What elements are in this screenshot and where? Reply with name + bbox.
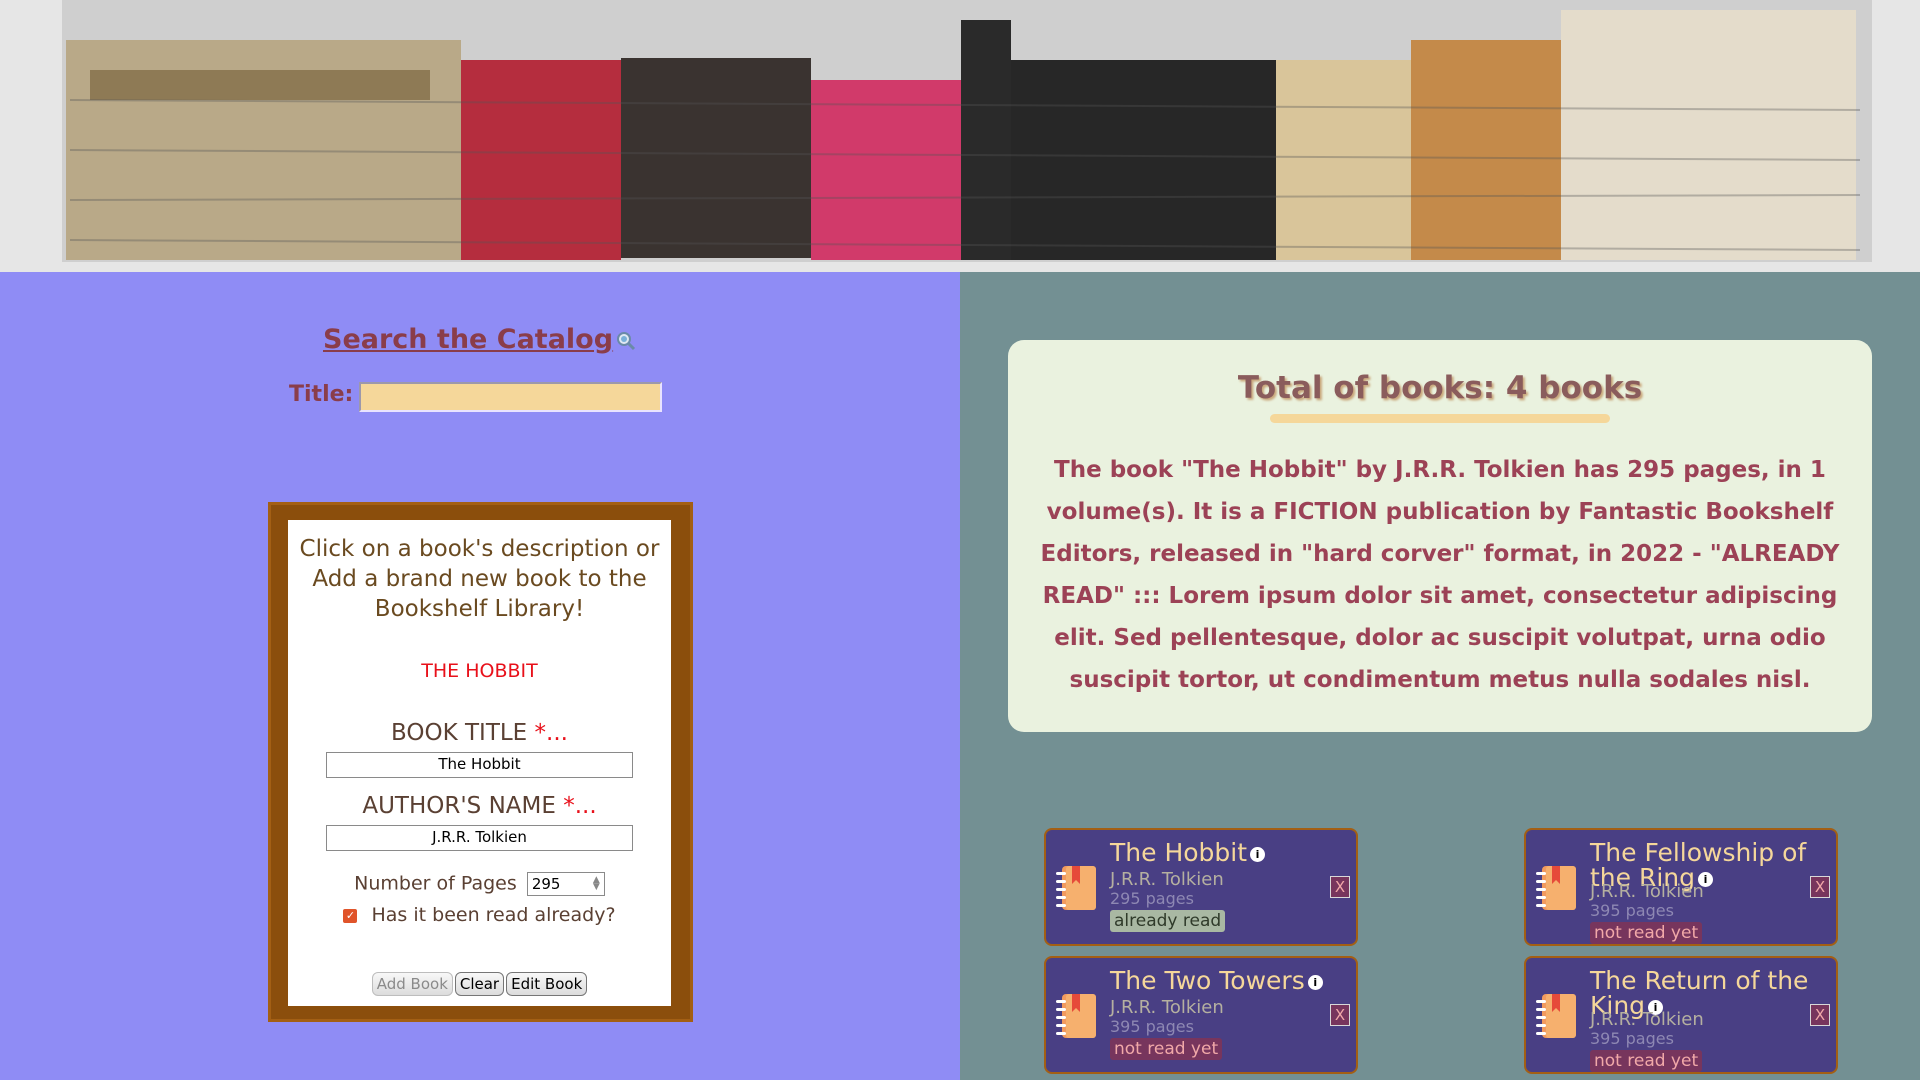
book-title-label-text: BOOK TITLE [391,720,528,746]
card-title: The Two Towers i [1110,968,1332,993]
header-banner-image [0,0,1920,272]
clear-button[interactable]: Clear [454,972,505,996]
title-search-label: Title: [289,382,354,407]
card-author: J.R.R. Tolkien [1110,997,1224,1018]
card-author: J.R.R. Tolkien [1110,869,1224,890]
book-title-input[interactable]: The Hobbit [326,752,633,778]
pages-label: Number of Pages [354,872,517,895]
author-name-input[interactable]: J.R.R. Tolkien [326,825,633,851]
pages-number-input[interactable]: 295 ▲ ▼ [526,872,605,896]
delete-book-button[interactable]: X [1330,876,1350,898]
status-badge: already read [1110,910,1226,932]
card-pages: 395 pages [1590,901,1674,920]
book-title-label: BOOK TITLE *... [288,720,671,746]
card-title-text: The Two Towers [1110,966,1305,995]
card-pages: 395 pages [1110,1017,1194,1036]
book-card[interactable]: The Hobbit i J.R.R. Tolkien 295 pages alr… [1044,828,1358,946]
info-icon[interactable]: i [1250,846,1266,862]
heading-underline [1270,414,1610,423]
book-icon [1532,862,1584,914]
delete-book-button[interactable]: X [1330,1004,1350,1026]
book-card[interactable]: The Fellowship of the Ring i J.R.R. Tolki… [1524,828,1838,946]
title-search-input[interactable] [359,382,662,412]
book-icon [1052,990,1104,1042]
add-book-button[interactable]: Add Book [371,972,453,996]
author-name-label-text: AUTHOR'S NAME [362,793,556,819]
pages-value: 295 [531,875,561,893]
book-card[interactable]: The Two Towers i J.R.R. Tolkien 395 pages… [1044,956,1358,1074]
book-icon [1052,862,1104,914]
status-badge: not read yet [1590,922,1703,944]
magnifier-icon[interactable] [614,329,638,353]
spinner-arrows-icon[interactable]: ▲ ▼ [593,876,600,892]
card-title-text: The Hobbit [1110,838,1248,867]
info-icon[interactable]: i [1307,974,1323,990]
right-panel: Total of books: 4 books The book "The Ho… [960,272,1920,1080]
required-marker: *... [534,720,568,746]
search-catalog-link[interactable]: Search the Catalog [323,324,613,355]
status-badge: not read yet [1110,1038,1223,1060]
total-books-heading: Total of books: 4 books [1237,370,1643,406]
left-panel: Search the Catalog Title: Click on a boo… [0,272,960,1080]
delete-book-button[interactable]: X [1810,876,1830,898]
card-title: The Hobbit i [1110,840,1332,865]
required-marker: *... [563,793,597,819]
summary-card: Total of books: 4 books The book "The Ho… [1008,340,1872,732]
card-author: J.R.R. Tolkien [1590,1009,1704,1030]
book-icon [1532,990,1584,1042]
selected-book-title: THE HOBBIT [421,660,538,682]
book-description: The book "The Hobbit" by J.R.R. Tolkien … [1040,457,1840,693]
edit-book-button[interactable]: Edit Book [506,972,588,996]
delete-book-button[interactable]: X [1810,1004,1830,1026]
card-pages: 295 pages [1110,889,1194,908]
card-pages: 395 pages [1590,1029,1674,1048]
book-form: Click on a book's description or Add a b… [288,520,671,1006]
book-form-frame: Click on a book's description or Add a b… [268,502,693,1022]
author-name-label: AUTHOR'S NAME *... [288,793,671,819]
card-author: J.R.R. Tolkien [1590,881,1704,902]
form-intro-text: Click on a book's description or Add a b… [299,536,660,622]
form-buttons: Add Book Clear Edit Book [288,972,671,996]
status-badge: not read yet [1590,1050,1703,1072]
pages-row: Number of Pages 295 ▲ ▼ [288,872,671,896]
read-row: ✓ Has it been read already? [288,904,671,926]
read-checkbox[interactable]: ✓ [343,908,358,923]
read-label: Has it been read already? [371,904,616,926]
book-card[interactable]: The Return of the King i J.R.R. Tolkien 3… [1524,956,1838,1074]
